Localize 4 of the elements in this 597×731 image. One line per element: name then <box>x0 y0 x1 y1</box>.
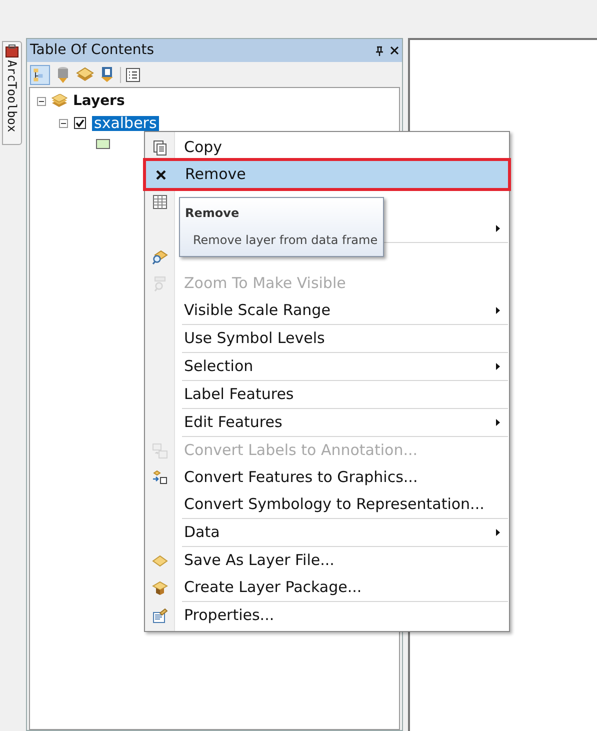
panel-title: Table Of Contents <box>30 41 156 60</box>
tooltip-title: Remove <box>185 205 240 222</box>
tab-label: ArcToolbox <box>6 60 18 132</box>
tooltip-text: Remove layer from data frame <box>192 232 378 249</box>
